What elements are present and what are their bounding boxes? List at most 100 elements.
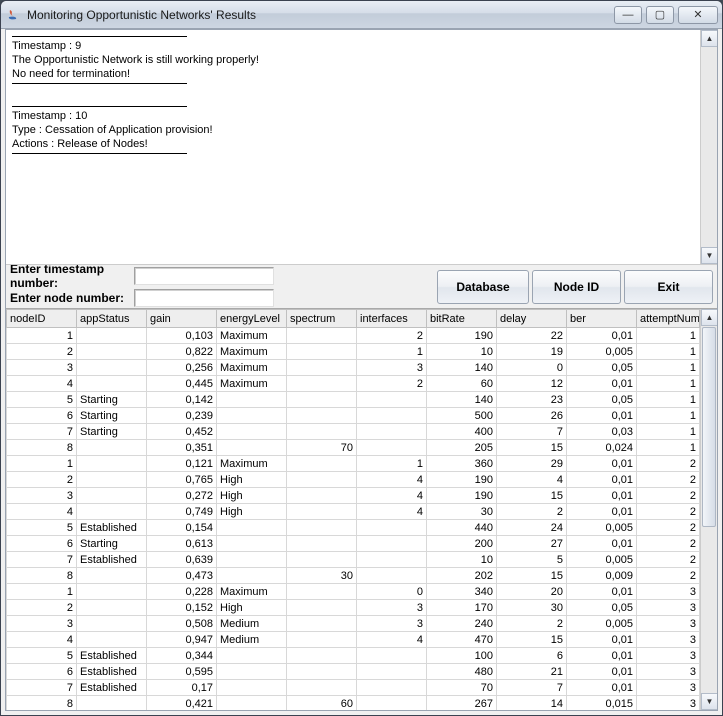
cell-gain[interactable]: 0,421 bbox=[147, 696, 217, 711]
cell-nodeID[interactable]: 1 bbox=[7, 328, 77, 344]
cell-appStatus[interactable] bbox=[77, 600, 147, 616]
cell-attemptNum[interactable]: 1 bbox=[637, 424, 700, 440]
cell-energyLevel[interactable] bbox=[217, 424, 287, 440]
cell-interfaces[interactable]: 3 bbox=[357, 360, 427, 376]
cell-delay[interactable]: 21 bbox=[497, 664, 567, 680]
cell-bitRate[interactable]: 480 bbox=[427, 664, 497, 680]
cell-interfaces[interactable]: 3 bbox=[357, 600, 427, 616]
cell-delay[interactable]: 20 bbox=[497, 584, 567, 600]
cell-bitRate[interactable]: 100 bbox=[427, 648, 497, 664]
cell-interfaces[interactable] bbox=[357, 680, 427, 696]
cell-bitRate[interactable]: 60 bbox=[427, 376, 497, 392]
cell-interfaces[interactable] bbox=[357, 424, 427, 440]
cell-delay[interactable]: 22 bbox=[497, 328, 567, 344]
cell-interfaces[interactable] bbox=[357, 664, 427, 680]
cell-energyLevel[interactable]: Maximum bbox=[217, 456, 287, 472]
cell-spectrum[interactable]: 70 bbox=[287, 440, 357, 456]
cell-appStatus[interactable] bbox=[77, 616, 147, 632]
cell-attemptNum[interactable]: 3 bbox=[637, 680, 700, 696]
table-row[interactable]: 7Established0,6391050,0052 bbox=[7, 552, 700, 568]
table-scrollbar[interactable]: ▲ ▼ bbox=[700, 309, 717, 710]
cell-ber[interactable]: 0,005 bbox=[567, 344, 637, 360]
cell-ber[interactable]: 0,005 bbox=[567, 520, 637, 536]
cell-delay[interactable]: 4 bbox=[497, 472, 567, 488]
cell-ber[interactable]: 0,01 bbox=[567, 472, 637, 488]
cell-appStatus[interactable]: Established bbox=[77, 520, 147, 536]
cell-energyLevel[interactable] bbox=[217, 520, 287, 536]
table-row[interactable]: 80,42160267140,0153 bbox=[7, 696, 700, 711]
cell-delay[interactable]: 15 bbox=[497, 632, 567, 648]
cell-appStatus[interactable]: Starting bbox=[77, 408, 147, 424]
cell-ber[interactable]: 0,03 bbox=[567, 424, 637, 440]
table-row[interactable]: 7Established0,177070,013 bbox=[7, 680, 700, 696]
cell-appStatus[interactable] bbox=[77, 696, 147, 711]
cell-interfaces[interactable]: 2 bbox=[357, 376, 427, 392]
cell-ber[interactable]: 0,01 bbox=[567, 408, 637, 424]
cell-bitRate[interactable]: 205 bbox=[427, 440, 497, 456]
cell-nodeID[interactable]: 6 bbox=[7, 664, 77, 680]
titlebar[interactable]: Monitoring Opportunistic Networks' Resul… bbox=[1, 1, 722, 29]
cell-nodeID[interactable]: 4 bbox=[7, 376, 77, 392]
cell-gain[interactable]: 0,344 bbox=[147, 648, 217, 664]
cell-attemptNum[interactable]: 3 bbox=[637, 616, 700, 632]
cell-spectrum[interactable] bbox=[287, 664, 357, 680]
cell-attemptNum[interactable]: 1 bbox=[637, 408, 700, 424]
cell-interfaces[interactable] bbox=[357, 536, 427, 552]
table-row[interactable]: 7Starting0,45240070,031 bbox=[7, 424, 700, 440]
cell-delay[interactable]: 7 bbox=[497, 680, 567, 696]
cell-attemptNum[interactable]: 3 bbox=[637, 696, 700, 711]
cell-energyLevel[interactable] bbox=[217, 440, 287, 456]
cell-energyLevel[interactable] bbox=[217, 568, 287, 584]
cell-attemptNum[interactable]: 1 bbox=[637, 344, 700, 360]
cell-appStatus[interactable] bbox=[77, 504, 147, 520]
scroll-down-icon[interactable]: ▼ bbox=[701, 247, 717, 264]
cell-energyLevel[interactable]: Maximum bbox=[217, 344, 287, 360]
cell-delay[interactable]: 24 bbox=[497, 520, 567, 536]
table-row[interactable]: 6Starting0,613200270,012 bbox=[7, 536, 700, 552]
cell-spectrum[interactable] bbox=[287, 376, 357, 392]
cell-gain[interactable]: 0,154 bbox=[147, 520, 217, 536]
cell-appStatus[interactable] bbox=[77, 376, 147, 392]
column-header-attemptNum[interactable]: attemptNum bbox=[637, 310, 700, 328]
cell-gain[interactable]: 0,17 bbox=[147, 680, 217, 696]
cell-delay[interactable]: 7 bbox=[497, 424, 567, 440]
cell-nodeID[interactable]: 8 bbox=[7, 568, 77, 584]
cell-interfaces[interactable] bbox=[357, 696, 427, 711]
cell-nodeID[interactable]: 6 bbox=[7, 408, 77, 424]
cell-bitRate[interactable]: 140 bbox=[427, 392, 497, 408]
cell-ber[interactable]: 0,01 bbox=[567, 648, 637, 664]
cell-interfaces[interactable]: 2 bbox=[357, 328, 427, 344]
column-header-spectrum[interactable]: spectrum bbox=[287, 310, 357, 328]
cell-spectrum[interactable] bbox=[287, 360, 357, 376]
cell-gain[interactable]: 0,272 bbox=[147, 488, 217, 504]
cell-gain[interactable]: 0,445 bbox=[147, 376, 217, 392]
cell-nodeID[interactable]: 3 bbox=[7, 488, 77, 504]
cell-bitRate[interactable]: 190 bbox=[427, 488, 497, 504]
cell-spectrum[interactable] bbox=[287, 408, 357, 424]
cell-ber[interactable]: 0,01 bbox=[567, 376, 637, 392]
cell-nodeID[interactable]: 7 bbox=[7, 552, 77, 568]
cell-spectrum[interactable] bbox=[287, 520, 357, 536]
cell-energyLevel[interactable] bbox=[217, 648, 287, 664]
table-row[interactable]: 10,228Maximum0340200,013 bbox=[7, 584, 700, 600]
cell-delay[interactable]: 12 bbox=[497, 376, 567, 392]
cell-bitRate[interactable]: 10 bbox=[427, 344, 497, 360]
cell-spectrum[interactable] bbox=[287, 632, 357, 648]
cell-attemptNum[interactable]: 1 bbox=[637, 360, 700, 376]
cell-attemptNum[interactable]: 1 bbox=[637, 440, 700, 456]
cell-nodeID[interactable]: 4 bbox=[7, 504, 77, 520]
cell-attemptNum[interactable]: 2 bbox=[637, 456, 700, 472]
cell-nodeID[interactable]: 3 bbox=[7, 360, 77, 376]
cell-nodeID[interactable]: 5 bbox=[7, 392, 77, 408]
cell-appStatus[interactable] bbox=[77, 584, 147, 600]
cell-spectrum[interactable] bbox=[287, 392, 357, 408]
table-row[interactable]: 5Established0,154440240,0052 bbox=[7, 520, 700, 536]
scrollbar-thumb[interactable] bbox=[702, 327, 716, 527]
cell-gain[interactable]: 0,749 bbox=[147, 504, 217, 520]
cell-bitRate[interactable]: 240 bbox=[427, 616, 497, 632]
cell-ber[interactable]: 0,01 bbox=[567, 632, 637, 648]
cell-gain[interactable]: 0,256 bbox=[147, 360, 217, 376]
cell-bitRate[interactable]: 267 bbox=[427, 696, 497, 711]
cell-attemptNum[interactable]: 1 bbox=[637, 376, 700, 392]
column-header-bitRate[interactable]: bitRate bbox=[427, 310, 497, 328]
